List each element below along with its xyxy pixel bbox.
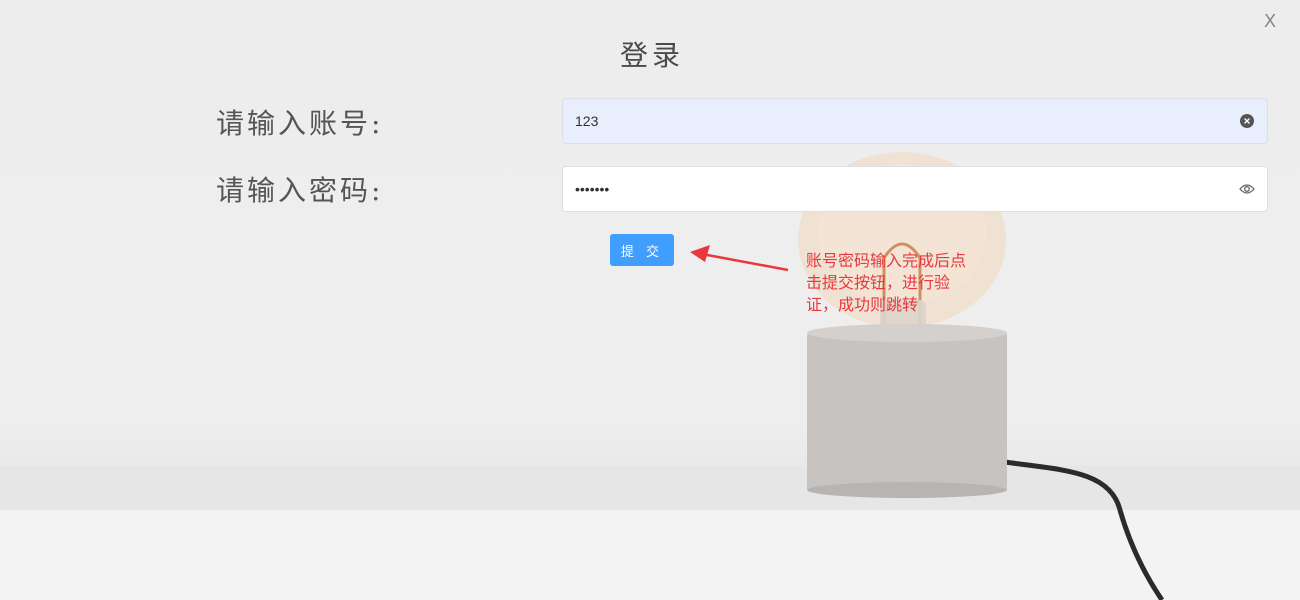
annotation-arrow-head <box>690 245 710 262</box>
page-title: 登录 <box>620 39 685 72</box>
clear-circle-icon[interactable] <box>1239 113 1255 129</box>
background-lamp-image <box>0 152 1300 600</box>
concrete-base-bottom <box>807 482 1007 498</box>
eye-icon[interactable] <box>1239 181 1255 197</box>
account-label: 请输入账号: <box>216 107 384 140</box>
annotation-note: 账号密码输入完成后点击提交按钮，进行验证，成功则跳转 <box>806 251 967 314</box>
shelf-top <box>0 510 1300 600</box>
password-input[interactable] <box>575 181 1239 197</box>
account-input[interactable] <box>575 113 1239 129</box>
password-field[interactable] <box>562 166 1268 212</box>
concrete-base-top <box>807 324 1007 342</box>
account-field[interactable] <box>562 98 1268 144</box>
annotation-arrow-line <box>701 252 789 272</box>
submit-button[interactable]: 提 交 <box>610 234 674 266</box>
password-label: 请输入密码: <box>216 174 384 207</box>
concrete-base <box>807 332 1007 492</box>
close-button[interactable]: X <box>1258 10 1282 34</box>
